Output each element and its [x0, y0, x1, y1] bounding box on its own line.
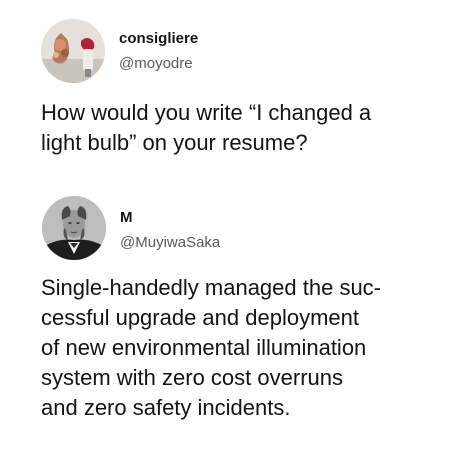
flower-avatar-icon[interactable] — [41, 19, 105, 83]
portrait-avatar-icon[interactable] — [42, 196, 106, 260]
tweet[interactable]: consigliere @moyodre How would you write… — [0, 0, 474, 170]
flower-avatar-icon — [41, 19, 105, 83]
tweet-text: Single-handedly managed the suc- cessful… — [41, 275, 382, 420]
portrait-avatar-icon — [42, 196, 106, 260]
user-handle[interactable]: @moyodre — [119, 55, 193, 72]
display-name[interactable]: consigliere — [119, 30, 198, 47]
user-handle[interactable]: @MuyiwaSaka — [120, 234, 220, 251]
display-name[interactable]: M — [120, 209, 133, 226]
tweet[interactable]: M @MuyiwaSaka Single-handedly managed th… — [0, 175, 474, 463]
tweet-text: How would you write “I changed a light b… — [41, 100, 372, 155]
